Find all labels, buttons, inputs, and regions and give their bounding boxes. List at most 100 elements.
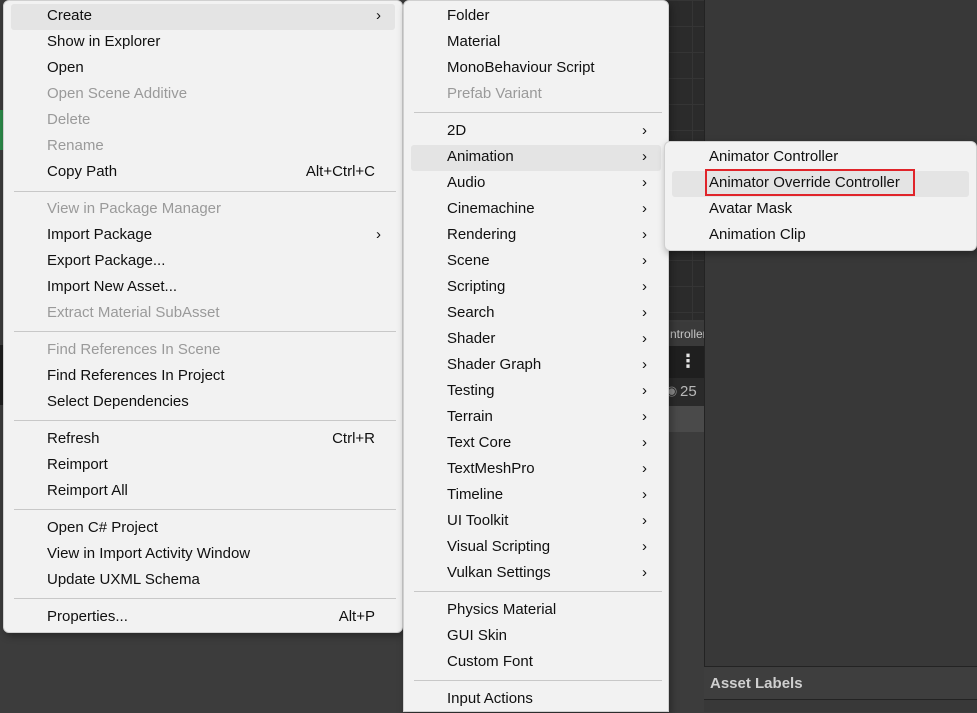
- main-menu-item-export-package[interactable]: Export Package...: [11, 249, 395, 275]
- asset-labels-header[interactable]: Asset Labels: [704, 666, 977, 700]
- chevron-right-icon: ›: [642, 330, 647, 347]
- annotation-highlight-box: [705, 169, 915, 196]
- chevron-right-icon: ›: [642, 356, 647, 373]
- main-menu-separator: [14, 191, 396, 192]
- create-submenu: Folder Material MonoBehaviour Script Prefab…: [403, 0, 669, 712]
- menu-item-label: Find References In Scene: [47, 341, 221, 358]
- menu-item-label: Open: [47, 59, 84, 76]
- shortcut-label: Alt+P: [338, 608, 375, 625]
- create-menu-item-audio[interactable]: Audio ›: [411, 171, 661, 197]
- main-menu-item-update-uxml-schema[interactable]: Update UXML Schema: [11, 568, 395, 594]
- create-menu-item-search[interactable]: Search ›: [411, 301, 661, 327]
- main-menu-item-reimport-all[interactable]: Reimport All: [11, 479, 395, 505]
- main-menu-item-view-in-package-manager: View in Package Manager: [11, 197, 395, 223]
- menu-item-label: Folder: [447, 7, 490, 24]
- menu-item-label: Text Core: [447, 434, 512, 451]
- menu-item-label: Copy Path: [47, 163, 118, 180]
- chevron-right-icon: ›: [642, 174, 647, 191]
- menu-item-label: Update UXML Schema: [47, 571, 200, 588]
- main-menu-item-reimport[interactable]: Reimport: [11, 453, 395, 479]
- create-menu-item-material[interactable]: Material: [411, 30, 661, 56]
- create-menu-item-2d[interactable]: 2D ›: [411, 119, 661, 145]
- chevron-right-icon: ›: [642, 122, 647, 139]
- chevron-right-icon: ›: [642, 486, 647, 503]
- menu-item-label: Reimport All: [47, 482, 128, 499]
- create-menu-item-rendering[interactable]: Rendering ›: [411, 223, 661, 249]
- menu-item-label: Animator Controller: [709, 148, 839, 165]
- menu-item-label: Animation: [447, 148, 514, 165]
- main-menu-item-refresh[interactable]: Refresh Ctrl+R: [11, 427, 395, 453]
- create-menu-item-vulkan-settings[interactable]: Vulkan Settings ›: [411, 561, 661, 587]
- menu-item-label: Material: [447, 33, 501, 50]
- main-menu-separator: [14, 509, 396, 510]
- menu-item-label: Avatar Mask: [709, 200, 793, 217]
- menu-item-label: 2D: [447, 122, 467, 139]
- menu-item-label: Shader: [447, 330, 496, 347]
- main-menu-item-copy-path[interactable]: Copy Path Alt+Ctrl+C: [11, 160, 395, 186]
- create-menu-item-input-actions[interactable]: Input Actions: [411, 687, 661, 713]
- main-menu-separator: [14, 598, 396, 599]
- menu-item-label: Open Scene Additive: [47, 85, 188, 102]
- menu-item-label: Properties...: [47, 608, 128, 625]
- create-menu-item-animation[interactable]: Animation ›: [411, 145, 661, 171]
- create-menu-item-timeline[interactable]: Timeline ›: [411, 483, 661, 509]
- main-menu-item-import-new-asset[interactable]: Import New Asset...: [11, 275, 395, 301]
- menu-item-label: Rename: [47, 137, 104, 154]
- main-menu-item-view-in-import-activity-window[interactable]: View in Import Activity Window: [11, 542, 395, 568]
- chevron-right-icon: ›: [642, 304, 647, 321]
- create-menu-item-cinemachine[interactable]: Cinemachine ›: [411, 197, 661, 223]
- main-menu-item-find-references-in-project[interactable]: Find References In Project: [11, 364, 395, 390]
- create-menu-item-text-core[interactable]: Text Core ›: [411, 431, 661, 457]
- menu-item-label: Find References In Project: [47, 367, 225, 384]
- create-menu-item-terrain[interactable]: Terrain ›: [411, 405, 661, 431]
- main-menu-item-open-scene-additive: Open Scene Additive: [11, 82, 395, 108]
- main-menu-item-select-dependencies[interactable]: Select Dependencies: [11, 390, 395, 416]
- chevron-right-icon: ›: [376, 7, 381, 24]
- main-menu-item-import-package[interactable]: Import Package ›: [11, 223, 395, 249]
- chevron-right-icon: ›: [642, 382, 647, 399]
- menu-item-label: Create: [47, 7, 93, 24]
- menu-item-label: View in Import Activity Window: [47, 545, 251, 562]
- menu-item-label: Terrain: [447, 408, 493, 425]
- menu-item-label: Scripting: [447, 278, 506, 295]
- animation-menu-item-animator-controller[interactable]: Animator Controller: [672, 145, 969, 171]
- create-menu-item-textmeshpro[interactable]: TextMeshPro ›: [411, 457, 661, 483]
- create-menu-item-visual-scripting[interactable]: Visual Scripting ›: [411, 535, 661, 561]
- create-menu-item-shader-graph[interactable]: Shader Graph ›: [411, 353, 661, 379]
- create-menu-item-folder[interactable]: Folder: [411, 4, 661, 30]
- main-menu-item-extract-material-subasset: Extract Material SubAsset: [11, 301, 395, 327]
- create-menu-separator: [414, 112, 662, 113]
- chevron-right-icon: ›: [642, 408, 647, 425]
- chevron-right-icon: ›: [376, 226, 381, 243]
- create-menu-item-custom-font[interactable]: Custom Font: [411, 650, 661, 676]
- create-menu-item-monobehaviour-script[interactable]: MonoBehaviour Script: [411, 56, 661, 82]
- menu-item-label: Open C# Project: [47, 519, 158, 536]
- main-menu-item-delete: Delete: [11, 108, 395, 134]
- animation-submenu: Animator Controller Animator Override Con…: [664, 141, 977, 251]
- create-menu-item-shader[interactable]: Shader ›: [411, 327, 661, 353]
- menu-item-label: Rendering: [447, 226, 517, 243]
- create-menu-item-physics-material[interactable]: Physics Material: [411, 598, 661, 624]
- main-menu-item-properties[interactable]: Properties... Alt+P: [11, 605, 395, 631]
- main-menu-item-open[interactable]: Open: [11, 56, 395, 82]
- menu-item-label: Testing: [447, 382, 495, 399]
- create-menu-item-scripting[interactable]: Scripting ›: [411, 275, 661, 301]
- create-menu-item-gui-skin[interactable]: GUI Skin: [411, 624, 661, 650]
- animation-menu-item-avatar-mask[interactable]: Avatar Mask: [672, 197, 969, 223]
- main-menu-item-open-c-project[interactable]: Open C# Project: [11, 516, 395, 542]
- animation-menu-item-animation-clip[interactable]: Animation Clip: [672, 223, 969, 249]
- menu-item-label: View in Package Manager: [47, 200, 221, 217]
- menu-item-label: Export Package...: [47, 252, 166, 269]
- create-menu-separator: [414, 591, 662, 592]
- main-menu-item-show-in-explorer[interactable]: Show in Explorer: [11, 30, 395, 56]
- menu-item-label: Cinemachine: [447, 200, 535, 217]
- menu-item-label: Input Actions: [447, 690, 533, 707]
- create-menu-item-ui-toolkit[interactable]: UI Toolkit ›: [411, 509, 661, 535]
- create-menu-item-scene[interactable]: Scene ›: [411, 249, 661, 275]
- more-options-icon[interactable]: ⋮: [679, 351, 697, 372]
- menu-item-label: Audio: [447, 174, 486, 191]
- main-menu-item-create[interactable]: Create ›: [11, 4, 395, 30]
- main-menu-item-find-references-in-scene: Find References In Scene: [11, 338, 395, 364]
- create-menu-item-testing[interactable]: Testing ›: [411, 379, 661, 405]
- menu-item-label: Vulkan Settings: [447, 564, 551, 581]
